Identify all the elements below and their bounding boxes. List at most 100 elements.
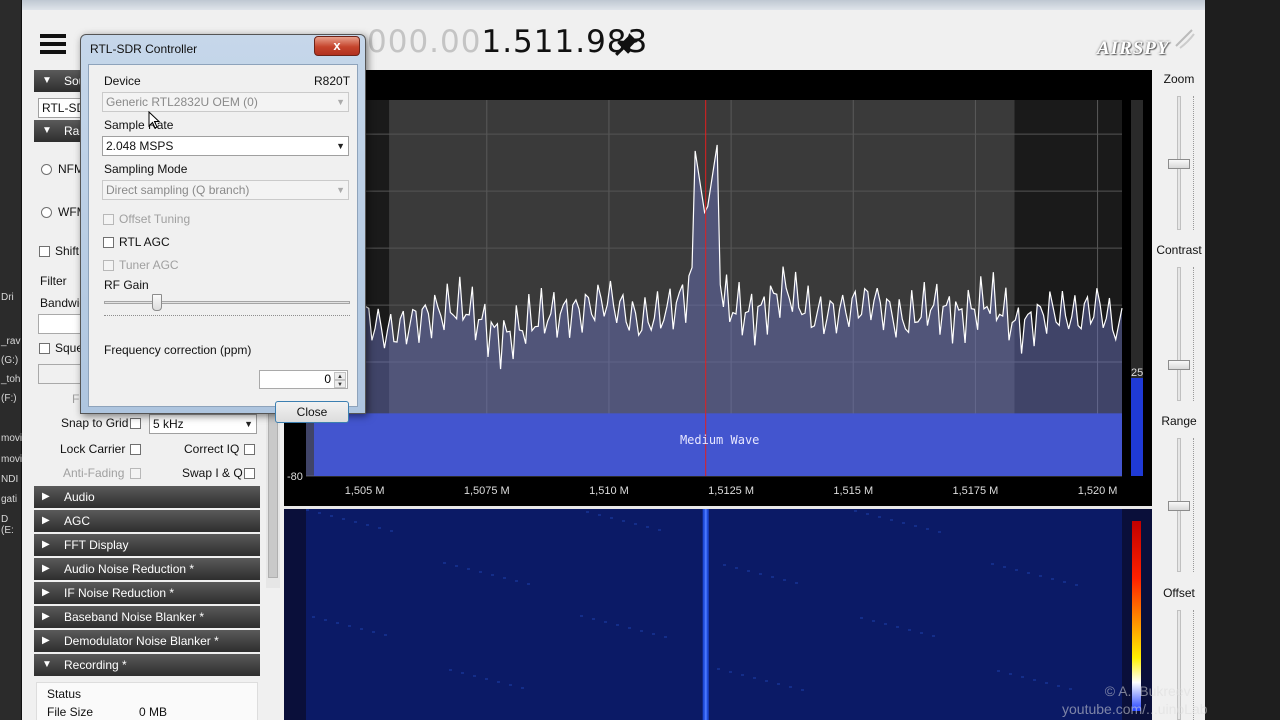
waterfall-noise [1051,578,1054,580]
label-swap-iq: Swap I & Q [182,466,243,480]
waterfall-display[interactable] [284,509,1152,720]
waterfall-noise [306,509,309,511]
x-tick-label: 1,5075 M [464,485,510,497]
label-correct-iq: Correct IQ [184,442,240,456]
waterfall-noise [896,626,899,628]
sampling-mode-combo[interactable]: Direct sampling (Q branch) ▼ [102,180,349,200]
waterfall-noise [890,519,893,521]
range-value: 25 [1131,367,1143,379]
section-audio[interactable]: ▶ Audio [34,486,260,508]
label-zoom: Zoom [1163,72,1195,86]
waterfall-noise [765,680,768,682]
anti-fading-checkbox[interactable] [130,468,141,479]
label-file-size: File Size [47,705,94,719]
correct-iq-checkbox[interactable] [244,444,255,455]
section-label: FFT Display [64,538,129,552]
rf-gain-slider[interactable] [152,294,162,311]
radio-wfm[interactable] [41,207,52,218]
label-squelch: Sque [55,341,84,355]
collapsed-icon: ▶ [42,563,50,574]
x-tick-label: 1,505 M [345,485,385,497]
waterfall-noise [997,670,1000,672]
recording-panel: Status File Size 0 MB [36,682,258,720]
x-tick-label: 1,510 M [589,485,629,497]
waterfall-noise [378,527,381,529]
swap-iq-checkbox[interactable] [244,468,255,479]
sample-rate-combo[interactable]: 2.048 MSPS ▼ [102,136,349,156]
dialog-close-x-button[interactable]: x [314,36,360,56]
section-agc[interactable]: ▶ AGC [34,510,260,532]
label-sample-rate: Sample Rate [104,118,174,132]
waterfall-noise [854,510,857,512]
shift-checkbox[interactable] [39,246,50,257]
section-demodulator-noise-blanker[interactable]: ▶ Demodulator Noise Blanker * [34,630,260,652]
squelch-checkbox[interactable] [39,343,50,354]
offset-tuning-checkbox[interactable] [103,214,114,225]
snap-to-grid-checkbox[interactable] [130,418,141,429]
waterfall-noise [1057,685,1060,687]
waterfall-noise [342,518,345,520]
collapsed-icon: ▶ [42,515,50,526]
lock-carrier-checkbox[interactable] [130,444,141,455]
section-label: Demodulator Noise Blanker * [64,634,219,648]
zoom-slider[interactable] [1168,159,1190,169]
contrast-track[interactable] [1177,267,1181,401]
level-meter-fill [1131,378,1143,476]
rf-gain-track[interactable] [104,301,350,304]
section-if-noise-reduction[interactable]: ▶ IF Noise Reduction * [34,582,260,604]
waterfall-noise [926,528,929,530]
waterfall-noise [491,574,494,576]
label-range: Range [1161,414,1197,428]
frequency-display[interactable]: 000.001.511.983 [367,24,648,60]
spin-down-icon[interactable]: ▼ [334,380,346,388]
x-tick-label: 1,520 M [1078,485,1118,497]
waterfall-noise [860,617,863,619]
waterfall-noise [622,520,625,522]
waterfall-noise [729,671,732,673]
section-baseband-noise-blanker[interactable]: ▶ Baseband Noise Blanker * [34,606,260,628]
waterfall-noise [1033,679,1036,681]
label-offset-tuning: Offset Tuning [119,212,191,226]
waterfall-noise [592,618,595,620]
desktop-strip-label: (F:) [1,393,17,404]
rtl-agc-checkbox[interactable] [103,237,114,248]
desktop-strip-label: movi [1,433,23,444]
pin-icon[interactable] [614,31,640,57]
snap-step-combo[interactable]: 5 kHz ▼ [149,414,257,434]
airspy-wave-icon [1175,29,1195,49]
frequency-correction-input[interactable]: 0 ▲ ▼ [259,370,348,389]
tuner-agc-checkbox[interactable] [103,260,114,271]
waterfall-noise [878,516,881,518]
spectrum-analyzer[interactable]: Medium Wave-70-75-801,505 M1,5075 M1,510… [284,70,1152,506]
x-tick-label: 1,515 M [833,485,873,497]
waterfall-noise [503,577,506,579]
waterfall-noise [360,628,363,630]
waterfall-noise [348,625,351,627]
label-tuner-agc: Tuner AGC [119,258,179,272]
waterfall-noise [604,621,607,623]
waterfall-noise [1039,575,1042,577]
section-audio-noise-reduction[interactable]: ▶ Audio Noise Reduction * [34,558,260,580]
mouse-cursor-icon [148,111,160,129]
close-icon: x [333,38,341,53]
waterfall-noise [336,622,339,624]
section-label: Audio Noise Reduction * [64,562,195,576]
contrast-slider[interactable] [1168,360,1190,370]
section-recording[interactable]: ▼ Recording * [34,654,260,676]
device-combo[interactable]: Generic RTL2832U OEM (0) ▼ [102,92,349,112]
radio-nfm[interactable] [41,164,52,175]
spin-up-icon[interactable]: ▲ [334,372,346,380]
collapsed-icon: ▶ [42,635,50,646]
range-slider[interactable] [1168,501,1190,511]
waterfall-noise [914,525,917,527]
close-button[interactable]: Close [275,401,349,423]
desktop-strip-label: _toh [1,374,21,385]
waterfall-noise [771,576,774,578]
waterfall-noise [443,562,446,564]
section-fft-display[interactable]: ▶ FFT Display [34,534,260,556]
waterfall-noise [318,512,321,514]
label-device: Device [104,74,141,88]
collapsed-icon: ▶ [42,611,50,622]
label-filter: Filter [40,274,67,288]
menu-icon[interactable] [40,34,66,54]
